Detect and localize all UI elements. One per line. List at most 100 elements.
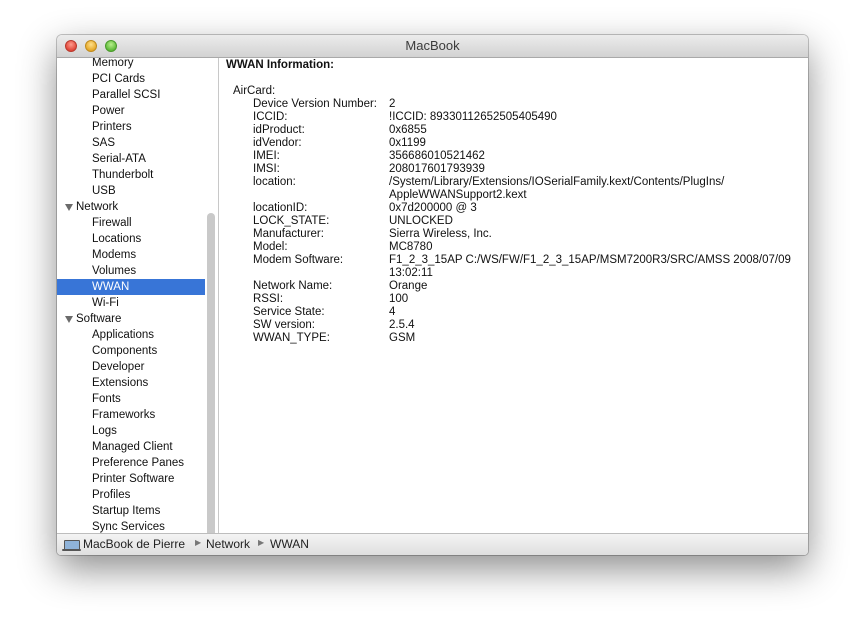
device-heading: AirCard: bbox=[233, 85, 276, 97]
info-value: 2.5.4 bbox=[389, 319, 415, 331]
sidebar-item-firewall[interactable]: Firewall bbox=[57, 215, 205, 231]
info-value: F1_2_3_15AP C:/WS/FW/F1_2_3_15AP/MSM7200… bbox=[389, 254, 791, 279]
info-value: /System/Library/Extensions/IOSerialFamil… bbox=[389, 176, 725, 201]
sidebar-item-preference-panes[interactable]: Preference Panes bbox=[57, 455, 205, 471]
sidebar-item-label: Power bbox=[92, 105, 125, 117]
info-value: 4 bbox=[389, 306, 396, 318]
breadcrumb-computer[interactable]: MacBook de Pierre bbox=[83, 537, 185, 551]
sidebar-item-label: PCI Cards bbox=[92, 73, 146, 85]
sidebar-item-label: Software bbox=[76, 313, 122, 325]
info-value: Sierra Wireless, Inc. bbox=[389, 228, 492, 240]
sidebar-item-label: Extensions bbox=[92, 377, 149, 389]
breadcrumb-network[interactable]: Network bbox=[206, 537, 250, 551]
disclosure-triangle-icon[interactable] bbox=[65, 204, 73, 211]
sidebar-item-frameworks[interactable]: Frameworks bbox=[57, 407, 205, 423]
sidebar-item-printer-software[interactable]: Printer Software bbox=[57, 471, 205, 487]
info-key: Model: bbox=[253, 241, 288, 253]
info-value: 0x1199 bbox=[389, 137, 426, 149]
info-key: Network Name: bbox=[253, 280, 333, 292]
detail-pane: WWAN Information: AirCard: Device Versio… bbox=[219, 58, 808, 533]
sidebar-item-fonts[interactable]: Fonts bbox=[57, 391, 205, 407]
info-value: 0x6855 bbox=[389, 124, 427, 136]
sidebar-item-label: WWAN bbox=[92, 281, 130, 293]
info-key: Service State: bbox=[253, 306, 325, 318]
sidebar-item-profiles[interactable]: Profiles bbox=[57, 487, 205, 503]
info-key: RSSI: bbox=[253, 293, 284, 305]
sidebar-item-label: Volumes bbox=[92, 265, 137, 277]
info-key: idVendor: bbox=[253, 137, 302, 149]
sidebar-item-parallel-scsi[interactable]: Parallel SCSI bbox=[57, 87, 205, 103]
breadcrumb-wwan[interactable]: WWAN bbox=[270, 537, 309, 551]
sidebar-item-applications[interactable]: Applications bbox=[57, 327, 205, 343]
sidebar-item-sync-services[interactable]: Sync Services bbox=[57, 519, 205, 533]
info-value: MC8780 bbox=[389, 241, 433, 253]
sidebar-scrollbar[interactable] bbox=[207, 213, 215, 533]
sidebar-item-label: Thunderbolt bbox=[92, 169, 154, 181]
sidebar-item-label: Network bbox=[76, 201, 119, 213]
sidebar-item-power[interactable]: Power bbox=[57, 103, 205, 119]
sidebar-item-label: SAS bbox=[92, 137, 116, 149]
sidebar-item-label: Logs bbox=[92, 425, 117, 437]
sidebar-item-pci-cards[interactable]: PCI Cards bbox=[57, 71, 205, 87]
sidebar-item-wi-fi[interactable]: Wi-Fi bbox=[57, 295, 205, 311]
sidebar-item-label: Parallel SCSI bbox=[92, 89, 161, 101]
sidebar-item-thunderbolt[interactable]: Thunderbolt bbox=[57, 167, 205, 183]
sidebar-item-locations[interactable]: Locations bbox=[57, 231, 205, 247]
info-value: 356686010521462 bbox=[389, 150, 485, 162]
sidebar-item-label: Preference Panes bbox=[92, 457, 185, 469]
sidebar-item-label: Startup Items bbox=[92, 505, 161, 517]
sidebar-item-wwan[interactable]: WWAN bbox=[57, 279, 205, 295]
sidebar-item-label: Sync Services bbox=[92, 521, 165, 533]
info-key: Modem Software: bbox=[253, 254, 344, 266]
sidebar-item-label: Fonts bbox=[92, 393, 121, 405]
app-window: MacBook Memory PCI Cards Parallel SCSI Powe… bbox=[57, 35, 808, 555]
sidebar-item-sas[interactable]: SAS bbox=[57, 135, 205, 151]
sidebar-item-label: Serial-ATA bbox=[92, 153, 146, 165]
window-title: MacBook bbox=[405, 38, 460, 53]
path-bar: MacBook de Pierre ▶ Network ▶ WWAN bbox=[57, 533, 808, 555]
info-key: locationID: bbox=[253, 202, 308, 214]
sidebar-item-label: USB bbox=[92, 185, 116, 197]
info-value: 0x7d200000 @ 3 bbox=[389, 202, 477, 214]
sidebar-item-label: Printers bbox=[92, 121, 132, 133]
sidebar-item-extensions[interactable]: Extensions bbox=[57, 375, 205, 391]
sidebar-item-serial-ata[interactable]: Serial-ATA bbox=[57, 151, 205, 167]
sidebar-item-label: Developer bbox=[92, 361, 145, 373]
sidebar-item-software[interactable]: Software bbox=[57, 311, 205, 327]
sidebar-item-label: Printer Software bbox=[92, 473, 175, 485]
sidebar-item-modems[interactable]: Modems bbox=[57, 247, 205, 263]
breadcrumb-separator-icon: ▶ bbox=[258, 538, 265, 547]
breadcrumb-separator-icon: ▶ bbox=[195, 538, 202, 547]
sidebar-item-label: Locations bbox=[92, 233, 142, 245]
sidebar-item-printers[interactable]: Printers bbox=[57, 119, 205, 135]
sidebar-item-network[interactable]: Network bbox=[57, 199, 205, 215]
info-value: 208017601793939 bbox=[389, 163, 485, 175]
info-value: Orange bbox=[389, 280, 428, 292]
title-bar[interactable]: MacBook bbox=[57, 35, 808, 58]
laptop-icon-base bbox=[62, 549, 81, 551]
sidebar-item-logs[interactable]: Logs bbox=[57, 423, 205, 439]
sidebar-item-label: Profiles bbox=[92, 489, 131, 501]
sidebar-item-usb[interactable]: USB bbox=[57, 183, 205, 199]
sidebar-item-volumes[interactable]: Volumes bbox=[57, 263, 205, 279]
info-key: SW version: bbox=[253, 319, 315, 331]
sidebar-item-label: Modems bbox=[92, 249, 137, 261]
sidebar-item-label: Wi-Fi bbox=[92, 297, 119, 309]
info-key: Manufacturer: bbox=[253, 228, 324, 240]
sidebar-item-label: Memory bbox=[92, 58, 134, 69]
disclosure-triangle-icon[interactable] bbox=[65, 316, 73, 323]
sidebar-item-developer[interactable]: Developer bbox=[57, 359, 205, 375]
sidebar-item-memory[interactable]: Memory bbox=[57, 58, 205, 71]
sidebar-item-components[interactable]: Components bbox=[57, 343, 205, 359]
info-key: idProduct: bbox=[253, 124, 305, 136]
sidebar-item-managed-client[interactable]: Managed Client bbox=[57, 439, 205, 455]
info-value: UNLOCKED bbox=[389, 215, 453, 227]
sidebar-item-label: Components bbox=[92, 345, 158, 357]
sidebar-item-label: Frameworks bbox=[92, 409, 156, 421]
sidebar-item-label: Applications bbox=[92, 329, 155, 341]
info-key: WWAN_TYPE: bbox=[253, 332, 330, 344]
info-key: IMSI: bbox=[253, 163, 280, 175]
info-value: 2 bbox=[389, 98, 396, 110]
info-key: LOCK_STATE: bbox=[253, 215, 330, 227]
sidebar-item-startup-items[interactable]: Startup Items bbox=[57, 503, 205, 519]
